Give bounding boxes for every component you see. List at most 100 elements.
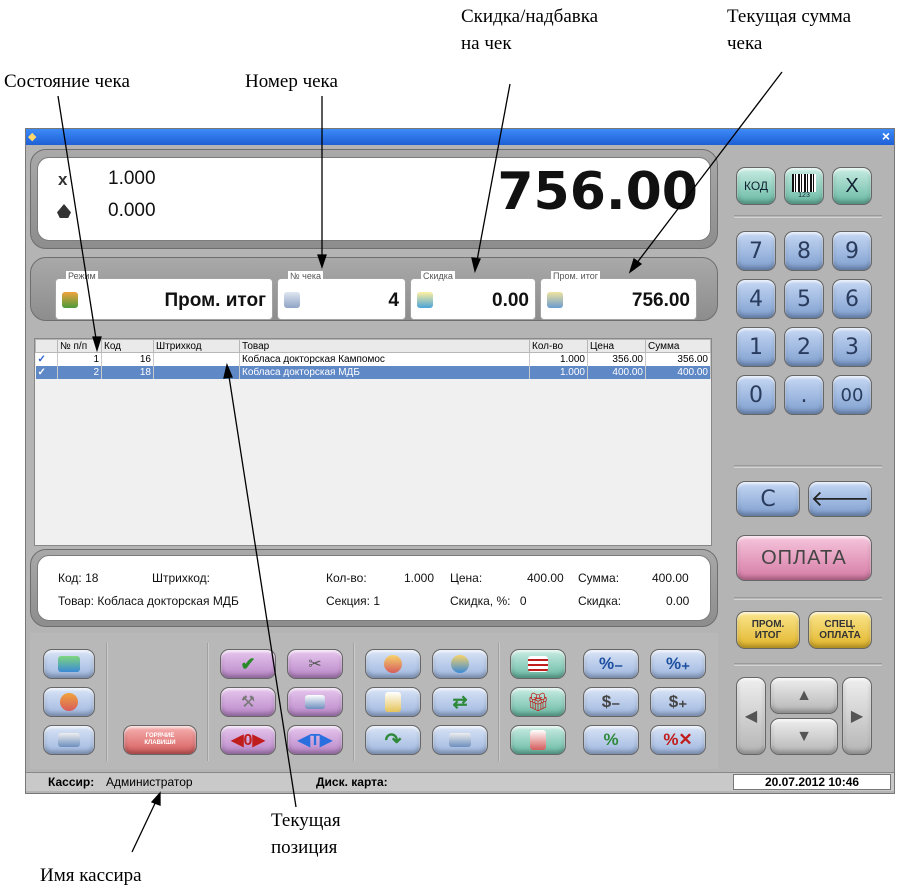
annotation-discount: Скидка/надбавка на чек — [461, 6, 599, 54]
card-button[interactable] — [287, 687, 343, 717]
key-6[interactable]: 6 — [832, 279, 872, 319]
table-row-selected[interactable]: ✓ 2 18 Кобласа докторская МДБ 1.000 400.… — [35, 365, 711, 379]
key-2[interactable]: 2 — [784, 327, 824, 367]
detail-code-value: 18 — [85, 571, 99, 585]
discount-sum-button[interactable]: $₋ — [583, 687, 639, 717]
remove-discount-button[interactable]: %✕ — [650, 725, 706, 755]
nav-right-button[interactable]: ▶ — [842, 677, 872, 755]
column-header-n[interactable]: № п/п — [57, 339, 102, 353]
print-copy-button[interactable] — [432, 725, 488, 755]
arrow-down-icon: ▼ — [796, 727, 812, 745]
detail-price-label: Цена: — [450, 571, 483, 585]
cancel-item-button[interactable]: ◀0▶ — [220, 725, 276, 755]
backspace-arrow-icon: 🡐︎ — [810, 486, 870, 511]
row-code: 16 — [101, 352, 154, 366]
column-header-sum[interactable]: Сумма — [645, 339, 711, 353]
key-4[interactable]: 4 — [736, 279, 776, 319]
printer-button[interactable] — [43, 725, 95, 755]
row-item: Кобласа докторская Кампомос — [239, 352, 530, 366]
barcode-icon — [792, 173, 816, 192]
barcode-button[interactable]: 123 — [784, 167, 824, 205]
clear-button[interactable]: C — [736, 481, 800, 517]
exit-button[interactable] — [43, 649, 95, 679]
key-7[interactable]: 7 — [736, 231, 776, 271]
column-header-price[interactable]: Цена — [587, 339, 646, 353]
pay-button[interactable]: ОПЛАТА — [736, 535, 872, 581]
table-row[interactable]: ✓ 1 16 Кобласа докторская Кампомос 1.000… — [35, 352, 711, 366]
percent-cancel-icon: %✕ — [663, 730, 693, 749]
row-check-icon: ✓ — [35, 365, 58, 379]
refresh-button[interactable]: ↷ — [365, 725, 421, 755]
text-button[interactable]: ◀T▶ — [287, 725, 343, 755]
wrench-button[interactable]: ⚒ — [220, 687, 276, 717]
key-9[interactable]: 9 — [832, 231, 872, 271]
discount-label: Скидка — [421, 271, 455, 281]
details-panel: Код: 18 Штрихкод: Кол-во: 1.000 Цена: 40… — [30, 549, 718, 627]
subtotal-btn-label-1: ПРОМ. — [751, 619, 785, 630]
gift-button[interactable]: 🎁︎ — [510, 687, 566, 717]
key-dot[interactable]: . — [784, 375, 824, 415]
code-button[interactable]: КОД — [736, 167, 776, 205]
coins-add-button[interactable] — [432, 649, 488, 679]
nav-up-button[interactable]: ▲ — [770, 677, 838, 714]
discount-percent-button[interactable]: %₋ — [583, 649, 639, 679]
key-5[interactable]: 5 — [784, 279, 824, 319]
markup-percent-button[interactable]: %₊ — [650, 649, 706, 679]
callout-line-cashier — [131, 796, 159, 853]
detail-item-label: Товар: — [58, 594, 94, 608]
detail-section-label: Секция: — [326, 594, 370, 608]
special-pay-button[interactable]: СПЕЦ. ОПЛАТА — [808, 611, 872, 649]
row-check-icon: ✓ — [35, 352, 58, 366]
row-price: 400.00 — [587, 365, 646, 379]
column-header-barcode[interactable]: Штрихкод — [153, 339, 240, 353]
column-header-item[interactable]: Товар — [239, 339, 530, 353]
hotkeys-label-1: ГОРЯЧИЕ — [145, 733, 175, 739]
key-00[interactable]: 00 — [832, 375, 872, 415]
items-table-area: № п/п Код Штрихкод Товар Кол-во Цена Сум… — [34, 338, 712, 546]
column-header-code[interactable]: Код — [101, 339, 154, 353]
backspace-button[interactable]: 🡐︎ — [808, 481, 872, 517]
text-icon: ◀T▶ — [297, 732, 333, 749]
users-button[interactable] — [43, 687, 95, 717]
multiply-button[interactable]: X — [832, 167, 872, 205]
hotkeys-button[interactable]: ГОРЯЧИЕ КЛАВИШИ — [123, 725, 197, 755]
annotation-cashier-name: Имя кассира — [40, 865, 142, 886]
exit-icon — [58, 656, 80, 672]
close-icon[interactable]: × — [882, 128, 890, 144]
key-3[interactable]: 3 — [832, 327, 872, 367]
nav-down-button[interactable]: ▼ — [770, 718, 838, 755]
weight-icon — [57, 204, 71, 218]
subtotal-group: Пром. итог 756.00 — [540, 271, 697, 320]
gift-icon: 🎁︎ — [526, 691, 550, 712]
pos-window: ◆ × x 1.000 0.000 756.00 Режим Пром. ито… — [25, 128, 895, 794]
nav-left-button[interactable]: ◀ — [736, 677, 766, 755]
markup-sum-button[interactable]: $₊ — [650, 687, 706, 717]
percent-button[interactable]: % — [583, 725, 639, 755]
key-1[interactable]: 1 — [736, 327, 776, 367]
separator — [734, 465, 882, 468]
receipt-number-group: № чека 4 — [277, 271, 406, 320]
key-8[interactable]: 8 — [784, 231, 824, 271]
subtotal-button[interactable]: ПРОМ. ИТОГ — [736, 611, 800, 649]
column-header-qty[interactable]: Кол-во — [529, 339, 588, 353]
delete-doc-button[interactable] — [510, 725, 566, 755]
coins-remove-button[interactable] — [365, 649, 421, 679]
document-delete-icon — [530, 730, 546, 750]
detail-section: Секция: 1 — [326, 594, 380, 608]
list-button[interactable] — [510, 649, 566, 679]
datetime-display: 20.07.2012 10:46 — [733, 774, 891, 790]
row-sum: 356.00 — [645, 352, 711, 366]
report-button[interactable] — [365, 687, 421, 717]
display-panel: x 1.000 0.000 756.00 — [30, 149, 718, 249]
transfer-button[interactable]: ⇄ — [432, 687, 488, 717]
subtotal-value: 756.00 — [631, 290, 690, 311]
tools-button[interactable]: ✂ — [287, 649, 343, 679]
approve-button[interactable]: ✔ — [220, 649, 276, 679]
cashier-label: Кассир: — [48, 775, 95, 789]
row-code: 18 — [101, 365, 154, 379]
detail-item: Товар: Кобласа докторская МДБ — [58, 594, 239, 608]
key-0[interactable]: 0 — [736, 375, 776, 415]
coins-icon — [384, 655, 402, 673]
row-number: 1 — [57, 352, 102, 366]
annotation-current-position: Текущая позиция — [271, 810, 341, 858]
